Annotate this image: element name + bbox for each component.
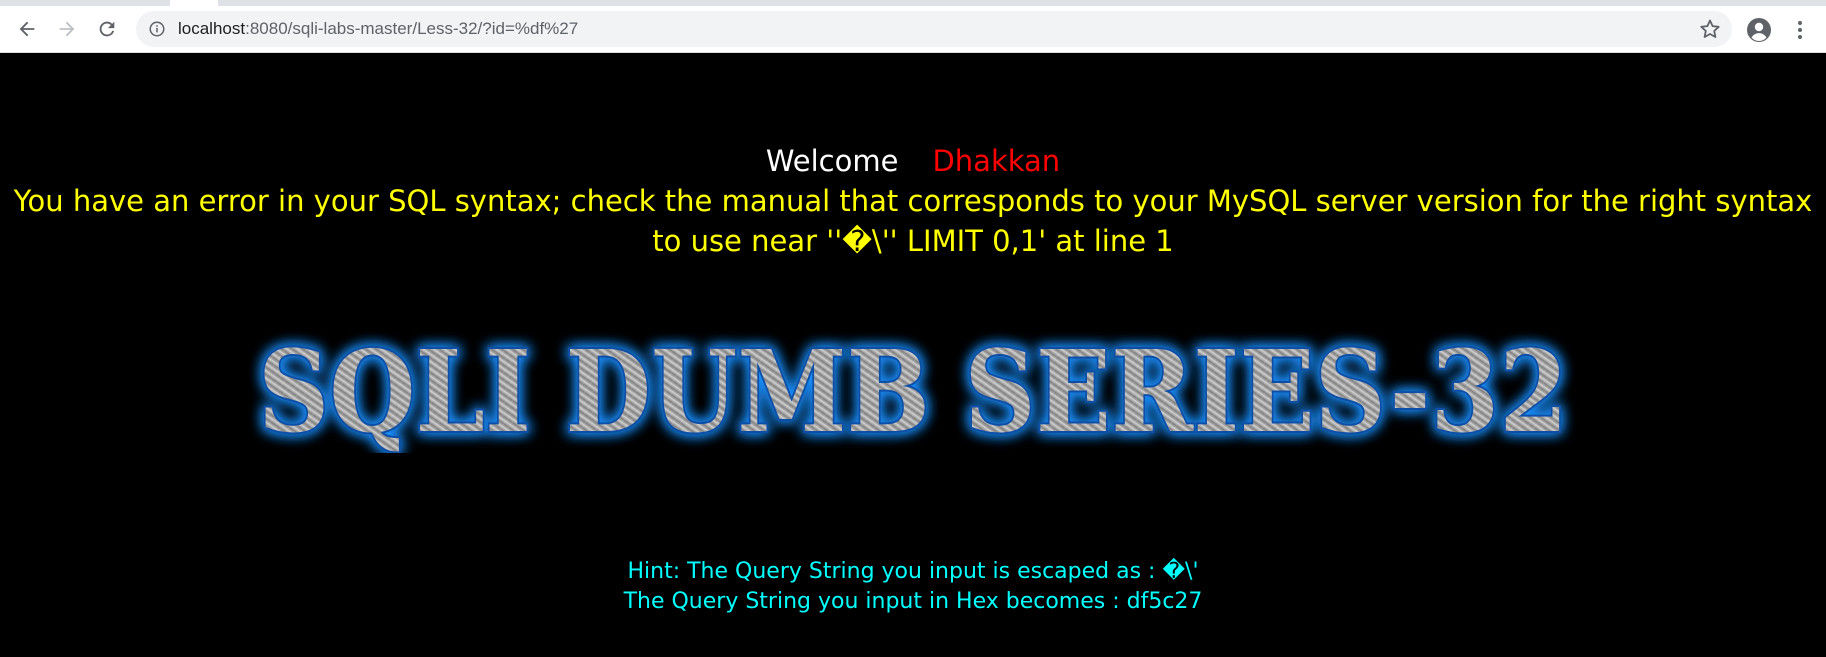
arrow-right-icon: [59, 21, 75, 37]
url-path: :8080/sqli-labs-master/Less-32/?id=%df%2…: [245, 19, 579, 38]
forward-button[interactable]: [50, 12, 84, 46]
kebab-menu-icon[interactable]: [1793, 18, 1807, 42]
star-icon[interactable]: [1698, 17, 1722, 41]
hint-hex-string: The Query String you input in Hex become…: [623, 589, 1203, 614]
username: Dhakkan: [932, 144, 1061, 178]
reload-button[interactable]: [90, 12, 124, 46]
account-circle-icon[interactable]: [1746, 17, 1772, 43]
browser-toolbar: localhost:8080/sqli-labs-master/Less-32/…: [0, 6, 1826, 53]
url-host: localhost: [178, 19, 246, 38]
back-button[interactable]: [10, 12, 44, 46]
address-bar[interactable]: localhost:8080/sqli-labs-master/Less-32/…: [136, 11, 1732, 47]
url-text[interactable]: localhost:8080/sqli-labs-master/Less-32/…: [178, 11, 578, 47]
page-content: Welcome Dhakkan You have an error in your…: [0, 53, 1826, 657]
arrow-left-icon: [19, 21, 35, 37]
welcome-label: Welcome: [765, 144, 899, 178]
hint-escaped-string: Hint: The Query String you input is esca…: [627, 559, 1199, 584]
series-banner-image: SQLI DUMB SERIES-32: [256, 325, 1570, 453]
welcome-line: Welcome Dhakkan: [0, 143, 1826, 179]
sql-error-message: You have an error in your SQL syntax; ch…: [13, 184, 1813, 258]
info-icon[interactable]: [148, 20, 166, 38]
reload-icon: [99, 21, 115, 37]
banner-title: SQLI DUMB SERIES-32: [258, 327, 1568, 453]
